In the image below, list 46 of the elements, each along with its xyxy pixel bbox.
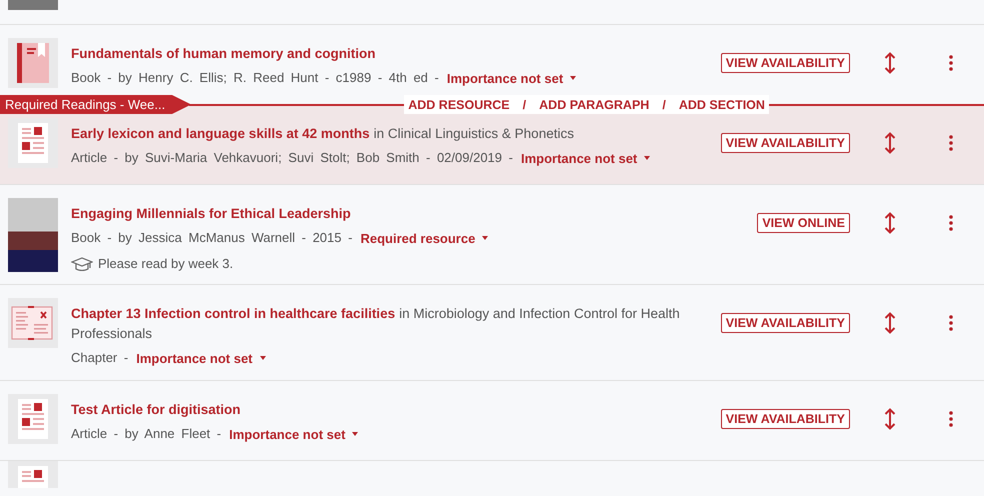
- caret-icon: [482, 236, 488, 240]
- importance-dropdown[interactable]: Importance not set: [229, 426, 358, 442]
- resource-meta: Book - by Jessica McManus Warnell - 2015 -: [71, 229, 352, 247]
- section-action-link[interactable]: ADD SECTION: [678, 98, 765, 112]
- move-handle-icon[interactable]: [884, 312, 896, 334]
- caret-icon: [570, 76, 576, 80]
- move-handle-icon[interactable]: [884, 408, 896, 430]
- resource-meta: Book - by Henry C. Ellis; R. Reed Hunt - c1989 - 4th ed -: [71, 69, 439, 87]
- graduation-cap-icon: [71, 256, 93, 270]
- importance-dropdown[interactable]: Importance not set: [446, 70, 576, 86]
- view-button[interactable]: VIEW AVAILABILITY: [720, 313, 850, 333]
- more-options-icon[interactable]: [949, 411, 953, 427]
- move-handle-icon[interactable]: [884, 132, 896, 154]
- resource-title-link[interactable]: Chapter 13 Infection control in healthcare facilities: [71, 306, 396, 321]
- resource-meta: Chapter -: [71, 349, 128, 367]
- caret-icon: [352, 432, 358, 436]
- more-options-icon[interactable]: [949, 215, 953, 231]
- resource-heading: Chapter 13 Infection control in healthcare facilities in Microbiology and Infection Control for Health Professionals: [71, 305, 681, 343]
- move-handle-icon[interactable]: [884, 52, 896, 74]
- separator-slash: /: [662, 98, 666, 112]
- resource-title-link[interactable]: Engaging Millennials for Ethical Leadership: [71, 206, 351, 221]
- resource-title-link[interactable]: Early lexicon and language skills at 42 months: [71, 126, 370, 141]
- cover-image-placeholder: [8, 0, 58, 10]
- section-action-link[interactable]: ADD PARAGRAPH: [539, 98, 650, 112]
- more-options-icon[interactable]: [949, 55, 953, 71]
- note-text: Please read by week 3.: [98, 256, 234, 271]
- resource-title-link[interactable]: Test Article for digitisation: [71, 402, 241, 417]
- more-options-icon[interactable]: [949, 315, 953, 331]
- more-options-icon[interactable]: [949, 135, 953, 151]
- resource-meta: Article - by Suvi-Maria Vehkavuori; Suvi Stolt; Bob Smith - 02/09/2019 -: [71, 149, 513, 167]
- view-button[interactable]: VIEW AVAILABILITY: [720, 133, 850, 153]
- resource-title-link[interactable]: Fundamentals of human memory and cognition: [71, 46, 376, 61]
- caret-icon: [644, 156, 650, 160]
- resource-heading: Early lexicon and language skills at 42 months in Clinical Linguistics & Phonetics: [71, 125, 575, 143]
- resource-meta: Article - by Anne Fleet -: [71, 425, 222, 443]
- view-button[interactable]: VIEW AVAILABILITY: [720, 53, 850, 73]
- move-handle-icon[interactable]: [884, 212, 896, 234]
- section-label[interactable]: Required Readings - Wee...: [0, 95, 192, 114]
- importance-dropdown[interactable]: Importance not set: [136, 350, 266, 366]
- importance-dropdown[interactable]: Importance not set: [520, 150, 650, 166]
- view-button[interactable]: VIEW AVAILABILITY: [720, 409, 850, 429]
- importance-dropdown[interactable]: Required resource: [360, 230, 488, 246]
- section-action-link[interactable]: ADD RESOURCE: [408, 98, 510, 112]
- view-button[interactable]: VIEW ONLINE: [757, 213, 850, 233]
- separator-slash: /: [522, 98, 526, 112]
- caret-icon: [260, 356, 266, 360]
